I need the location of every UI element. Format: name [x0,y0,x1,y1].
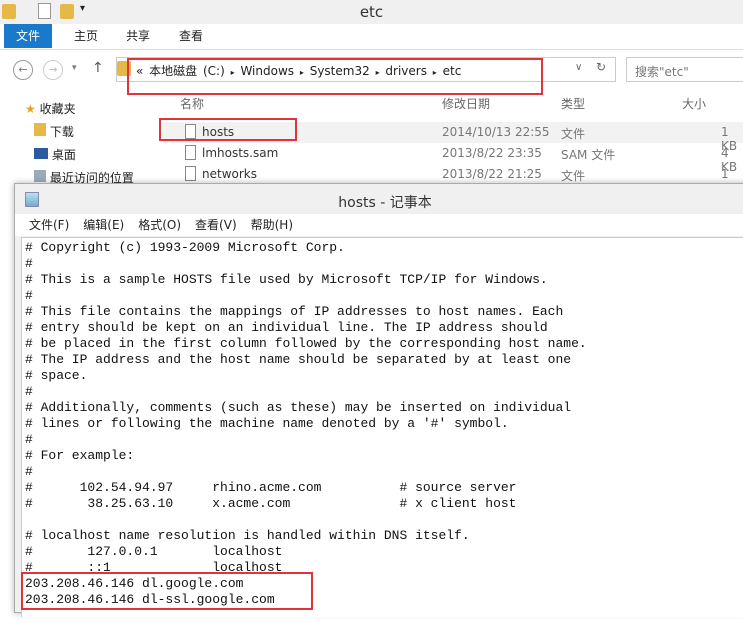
menu-file[interactable]: 文件(F) [29,214,69,236]
file-icon [185,166,196,181]
file-type: 文件 [561,169,586,183]
highlight-box-google-entries [21,572,313,610]
tab-view[interactable]: 查看 [167,24,215,48]
back-icon[interactable]: ← [13,60,33,80]
file-name[interactable]: networks [202,167,257,181]
file-date: 2014/10/13 22:55 [442,125,550,139]
text-editor[interactable]: # Copyright (c) 1993-2009 Microsoft Corp… [21,237,743,617]
file-date: 2013/8/22 21:25 [442,167,542,181]
recent-places-icon [34,170,46,182]
column-header-date[interactable]: 修改日期 [442,95,490,112]
file-type: SAM 文件 [561,148,616,162]
notepad-title: hosts - 记事本 [338,195,432,211]
sidebar-item-favorites[interactable]: ★ 收藏夹 [25,100,76,117]
up-icon[interactable]: ↑ [92,60,104,76]
tab-file[interactable]: 文件 [4,24,53,48]
menu-format[interactable]: 格式(O) [138,214,181,236]
menu-bar: 文件(F) 编辑(E) 格式(O) 查看(V) 帮助(H) [15,214,743,236]
search-input[interactable]: 搜索"etc" [626,57,743,82]
sidebar-item-desktop[interactable]: 桌面 [34,146,76,163]
ribbon [0,24,743,50]
highlight-box-address [127,58,543,95]
window-title: etc [359,3,384,21]
menu-view[interactable]: 查看(V) [195,214,237,236]
file-type: 文件 [561,127,586,141]
notepad-window: hosts - 记事本 文件(F) 编辑(E) 格式(O) 查看(V) 帮助(H… [14,183,743,617]
tab-home[interactable]: 主页 [62,24,110,48]
file-date: 2013/8/22 23:35 [442,146,542,160]
file-name[interactable]: lmhosts.sam [202,146,278,160]
recent-dropdown-icon[interactable]: ▾ [72,63,77,73]
file-icon [185,145,196,160]
refresh-icon[interactable]: ↻ [596,60,606,74]
column-header-name[interactable]: 名称 [180,95,204,112]
file-content[interactable]: # Copyright (c) 1993-2009 Microsoft Corp… [25,240,743,608]
column-header-type[interactable]: 类型 [561,95,585,112]
sidebar-item-downloads[interactable]: 下载 [34,123,74,140]
downloads-icon [34,123,46,136]
forward-icon[interactable]: → [43,60,63,80]
highlight-box-hosts [159,118,297,141]
column-header-size[interactable]: 大小 [682,95,706,112]
explorer-title-bar: ▾ etc [0,0,743,24]
tab-share[interactable]: 共享 [114,24,162,48]
menu-help[interactable]: 帮助(H) [251,214,293,236]
address-dropdown-icon[interactable]: ∨ [575,62,582,73]
menu-edit[interactable]: 编辑(E) [83,214,124,236]
desktop-icon [34,148,48,159]
